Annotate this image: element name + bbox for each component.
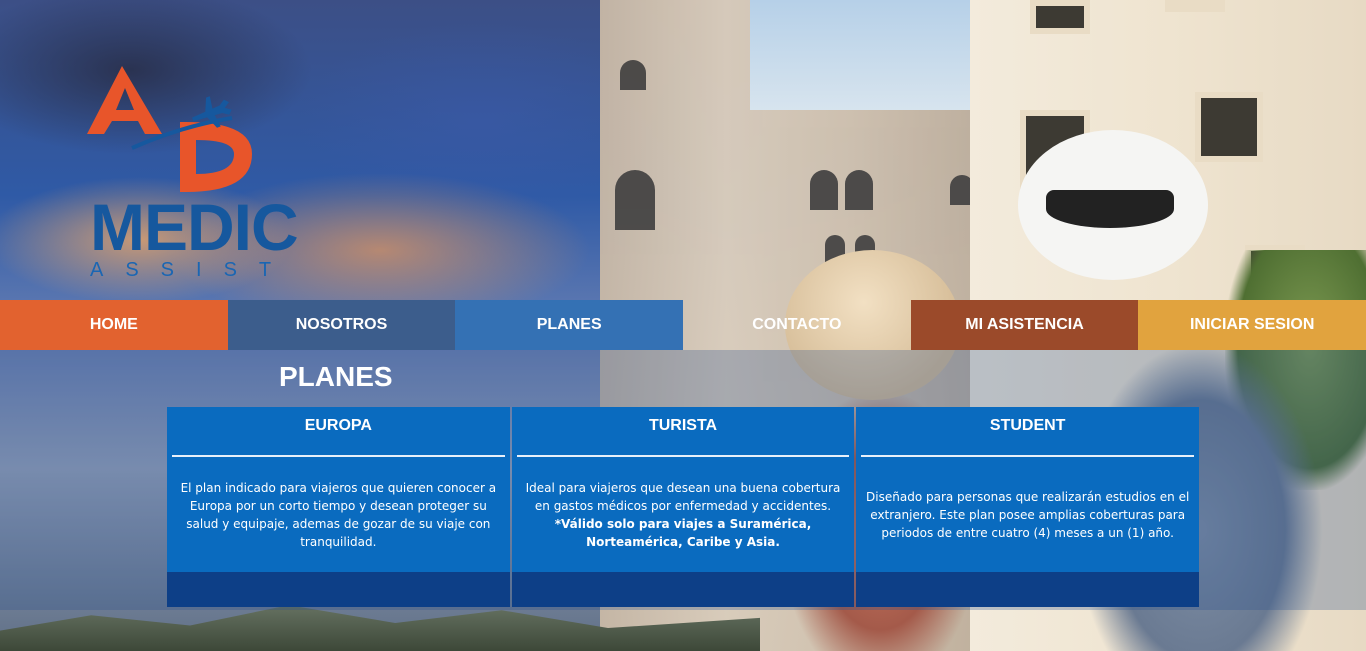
plan-card-europa[interactable]: EUROPA El plan indicado para viajeros qu… [167, 407, 510, 607]
logo-assist-text: ASSIST [90, 259, 294, 281]
white-hat [1018, 130, 1208, 280]
sky-gap [750, 0, 980, 110]
plan-description: El plan indicado para viajeros que quier… [180, 480, 497, 549]
nav-planes[interactable]: PLANES [455, 300, 684, 350]
ad-monogram-icon [87, 66, 252, 192]
plan-card-footer [167, 572, 510, 607]
nav-iniciar-sesion[interactable]: INICIAR SESION [1138, 300, 1366, 350]
plan-note: *Válido solo para viajes a Suramérica, N… [554, 516, 812, 549]
plan-card-turista[interactable]: TURISTA Ideal para viajeros que desean u… [511, 407, 855, 607]
logo-medic-text: MEDIC [90, 190, 299, 264]
main-nav: HOME NOSOTROS PLANES CONTACTO MI ASISTEN… [0, 300, 1366, 350]
plan-name: EUROPA [304, 417, 372, 434]
plans-list: EUROPA El plan indicado para viajeros qu… [167, 407, 1200, 607]
plan-description: Diseñado para personas que realizarán es… [866, 489, 1190, 540]
plan-card-footer [856, 572, 1200, 607]
plan-name: TURISTA [648, 417, 718, 434]
nav-nosotros[interactable]: NOSOTROS [227, 300, 456, 350]
plan-card-student[interactable]: STUDENT Diseñado para personas que reali… [856, 407, 1200, 607]
section-title: PLANES [279, 361, 393, 392]
plan-name: STUDENT [989, 417, 1066, 434]
plan-description: Ideal para viajeros que desean una buena… [525, 480, 841, 513]
nav-mi-asistencia[interactable]: MI ASISTENCIA [910, 300, 1139, 350]
nav-home[interactable]: HOME [0, 300, 228, 350]
plan-card-footer [511, 572, 855, 607]
brand-logo[interactable]: MEDIC ASSIST [82, 66, 312, 286]
nav-contacto[interactable]: CONTACTO [683, 300, 911, 350]
